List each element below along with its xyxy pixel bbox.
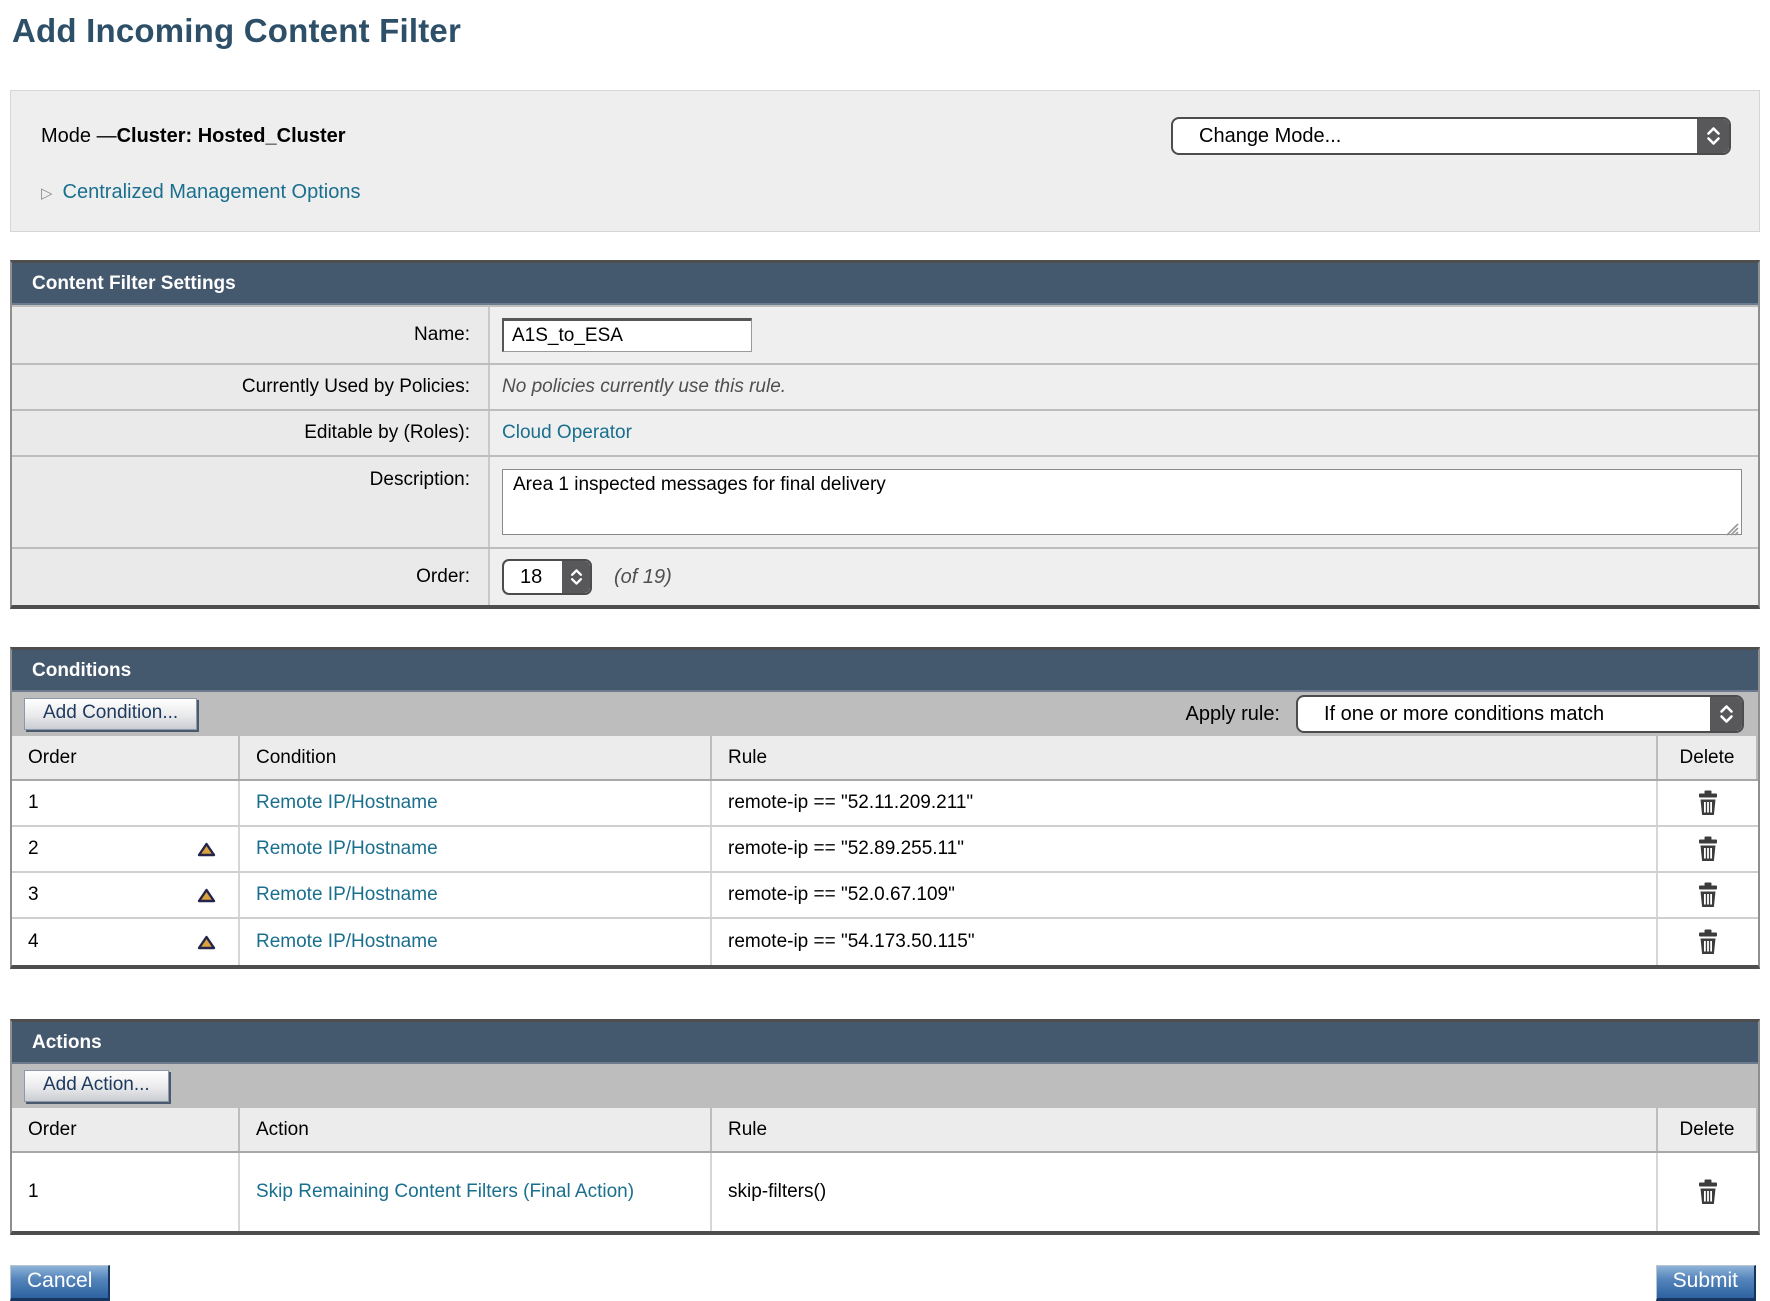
condition-link[interactable]: Remote IP/Hostname xyxy=(256,792,438,814)
change-mode-selected-value: Change Mode... xyxy=(1173,125,1355,148)
condition-order: 2 xyxy=(28,838,39,860)
mode-value: Cluster: Hosted_Cluster xyxy=(117,125,346,147)
order-total-note: (of 19) xyxy=(614,566,672,589)
content-filter-settings-header: Content Filter Settings xyxy=(12,263,1758,305)
actions-column-headers: Order Action Rule Delete xyxy=(12,1108,1758,1153)
select-stepper-icon xyxy=(1710,697,1742,731)
up-triangle-icon xyxy=(197,935,216,950)
description-textarea[interactable]: Area 1 inspected messages for final deli… xyxy=(502,469,1742,535)
condition-column-header: Condition xyxy=(240,736,712,779)
trash-icon xyxy=(1696,882,1720,908)
cancel-button[interactable]: Cancel xyxy=(10,1265,110,1301)
order-label: Order: xyxy=(12,549,490,605)
trash-icon xyxy=(1696,790,1720,816)
currently-used-value: No policies currently use this rule. xyxy=(502,376,786,398)
action-link[interactable]: Skip Remaining Content Filters (Final Ac… xyxy=(256,1181,634,1203)
condition-order: 1 xyxy=(28,792,39,814)
condition-link[interactable]: Remote IP/Hostname xyxy=(256,931,438,953)
mode-text: Mode —Cluster: Hosted_Cluster xyxy=(41,117,346,148)
editable-by-label: Editable by (Roles): xyxy=(12,411,490,455)
actions-header: Actions xyxy=(12,1022,1758,1064)
apply-rule-label: Apply rule: xyxy=(1186,703,1281,726)
move-up-button[interactable] xyxy=(197,888,216,903)
up-triangle-icon xyxy=(197,842,216,857)
conditions-header: Conditions xyxy=(12,650,1758,692)
rule-column-header: Rule xyxy=(712,736,1658,779)
name-row: Name: xyxy=(12,305,1758,363)
mode-panel: Mode —Cluster: Hosted_Cluster Change Mod… xyxy=(10,90,1760,232)
order-selected-value: 18 xyxy=(504,566,552,589)
trash-icon xyxy=(1696,929,1720,955)
currently-used-row: Currently Used by Policies: No policies … xyxy=(12,363,1758,409)
condition-row: 1 Remote IP/Hostname remote-ip == "52.11… xyxy=(12,781,1758,827)
change-mode-select[interactable]: Change Mode... xyxy=(1171,117,1731,155)
editable-by-row: Editable by (Roles): Cloud Operator xyxy=(12,409,1758,455)
delete-column-header: Delete xyxy=(1658,736,1758,779)
page-title: Add Incoming Content Filter xyxy=(12,12,1760,50)
action-order: 1 xyxy=(28,1181,39,1203)
select-stepper-icon xyxy=(562,561,590,593)
apply-rule-selected-value: If one or more conditions match xyxy=(1298,703,1618,726)
condition-rule: remote-ip == "54.173.50.115" xyxy=(728,931,975,953)
condition-row: 3 Remote IP/Hostname remote-ip == "52.0.… xyxy=(12,873,1758,919)
actions-panel: Actions Add Action... Order Action Rule … xyxy=(10,1019,1760,1235)
rule-column-header: Rule xyxy=(712,1108,1658,1151)
footer: Cancel Submit xyxy=(10,1265,1760,1301)
apply-rule-select[interactable]: If one or more conditions match xyxy=(1296,695,1744,733)
order-row: Order: 18 (of 19) xyxy=(12,547,1758,605)
move-up-button[interactable] xyxy=(197,842,216,857)
condition-rule: remote-ip == "52.11.209.211" xyxy=(728,792,973,814)
condition-order: 4 xyxy=(28,931,39,953)
action-rule: skip-filters() xyxy=(728,1181,826,1203)
disclosure-triangle-icon: ▷ xyxy=(41,184,53,202)
delete-condition-button[interactable] xyxy=(1696,836,1720,862)
cloud-operator-link[interactable]: Cloud Operator xyxy=(502,422,632,444)
name-label: Name: xyxy=(12,307,490,363)
delete-condition-button[interactable] xyxy=(1696,882,1720,908)
centralized-management-options-link[interactable]: Centralized Management Options xyxy=(63,181,361,204)
condition-row: 4 Remote IP/Hostname remote-ip == "54.17… xyxy=(12,919,1758,965)
condition-row: 2 Remote IP/Hostname remote-ip == "52.89… xyxy=(12,827,1758,873)
trash-icon xyxy=(1696,836,1720,862)
action-row: 1 Skip Remaining Content Filters (Final … xyxy=(12,1153,1758,1231)
order-column-header: Order xyxy=(12,736,240,779)
resize-grip-icon[interactable] xyxy=(1724,520,1739,535)
condition-rule: remote-ip == "52.89.255.11" xyxy=(728,838,964,860)
currently-used-label: Currently Used by Policies: xyxy=(12,365,490,409)
action-column-header: Action xyxy=(240,1108,712,1151)
add-action-button[interactable]: Add Action... xyxy=(24,1070,169,1102)
delete-column-header: Delete xyxy=(1658,1108,1758,1151)
conditions-toolbar: Add Condition... Apply rule: If one or m… xyxy=(12,692,1758,736)
up-triangle-icon xyxy=(197,888,216,903)
add-condition-button[interactable]: Add Condition... xyxy=(24,698,197,730)
delete-action-button[interactable] xyxy=(1696,1179,1720,1205)
mode-label: Mode — xyxy=(41,125,117,147)
select-stepper-icon xyxy=(1697,119,1729,153)
delete-condition-button[interactable] xyxy=(1696,929,1720,955)
order-select[interactable]: 18 xyxy=(502,559,592,595)
description-label: Description: xyxy=(12,457,490,547)
name-input[interactable] xyxy=(502,318,752,352)
delete-condition-button[interactable] xyxy=(1696,790,1720,816)
move-up-button[interactable] xyxy=(197,935,216,950)
actions-toolbar: Add Action... xyxy=(12,1064,1758,1108)
order-column-header: Order xyxy=(12,1108,240,1151)
condition-rule: remote-ip == "52.0.67.109" xyxy=(728,884,955,906)
page: Add Incoming Content Filter Mode —Cluste… xyxy=(0,0,1770,1301)
condition-link[interactable]: Remote IP/Hostname xyxy=(256,884,438,906)
content-filter-settings-panel: Content Filter Settings Name: Currently … xyxy=(10,260,1760,609)
condition-link[interactable]: Remote IP/Hostname xyxy=(256,838,438,860)
trash-icon xyxy=(1696,1179,1720,1205)
description-row: Description: Area 1 inspected messages f… xyxy=(12,455,1758,547)
submit-button[interactable]: Submit xyxy=(1656,1265,1756,1301)
conditions-column-headers: Order Condition Rule Delete xyxy=(12,736,1758,781)
conditions-panel: Conditions Add Condition... Apply rule: … xyxy=(10,647,1760,969)
condition-order: 3 xyxy=(28,884,39,906)
